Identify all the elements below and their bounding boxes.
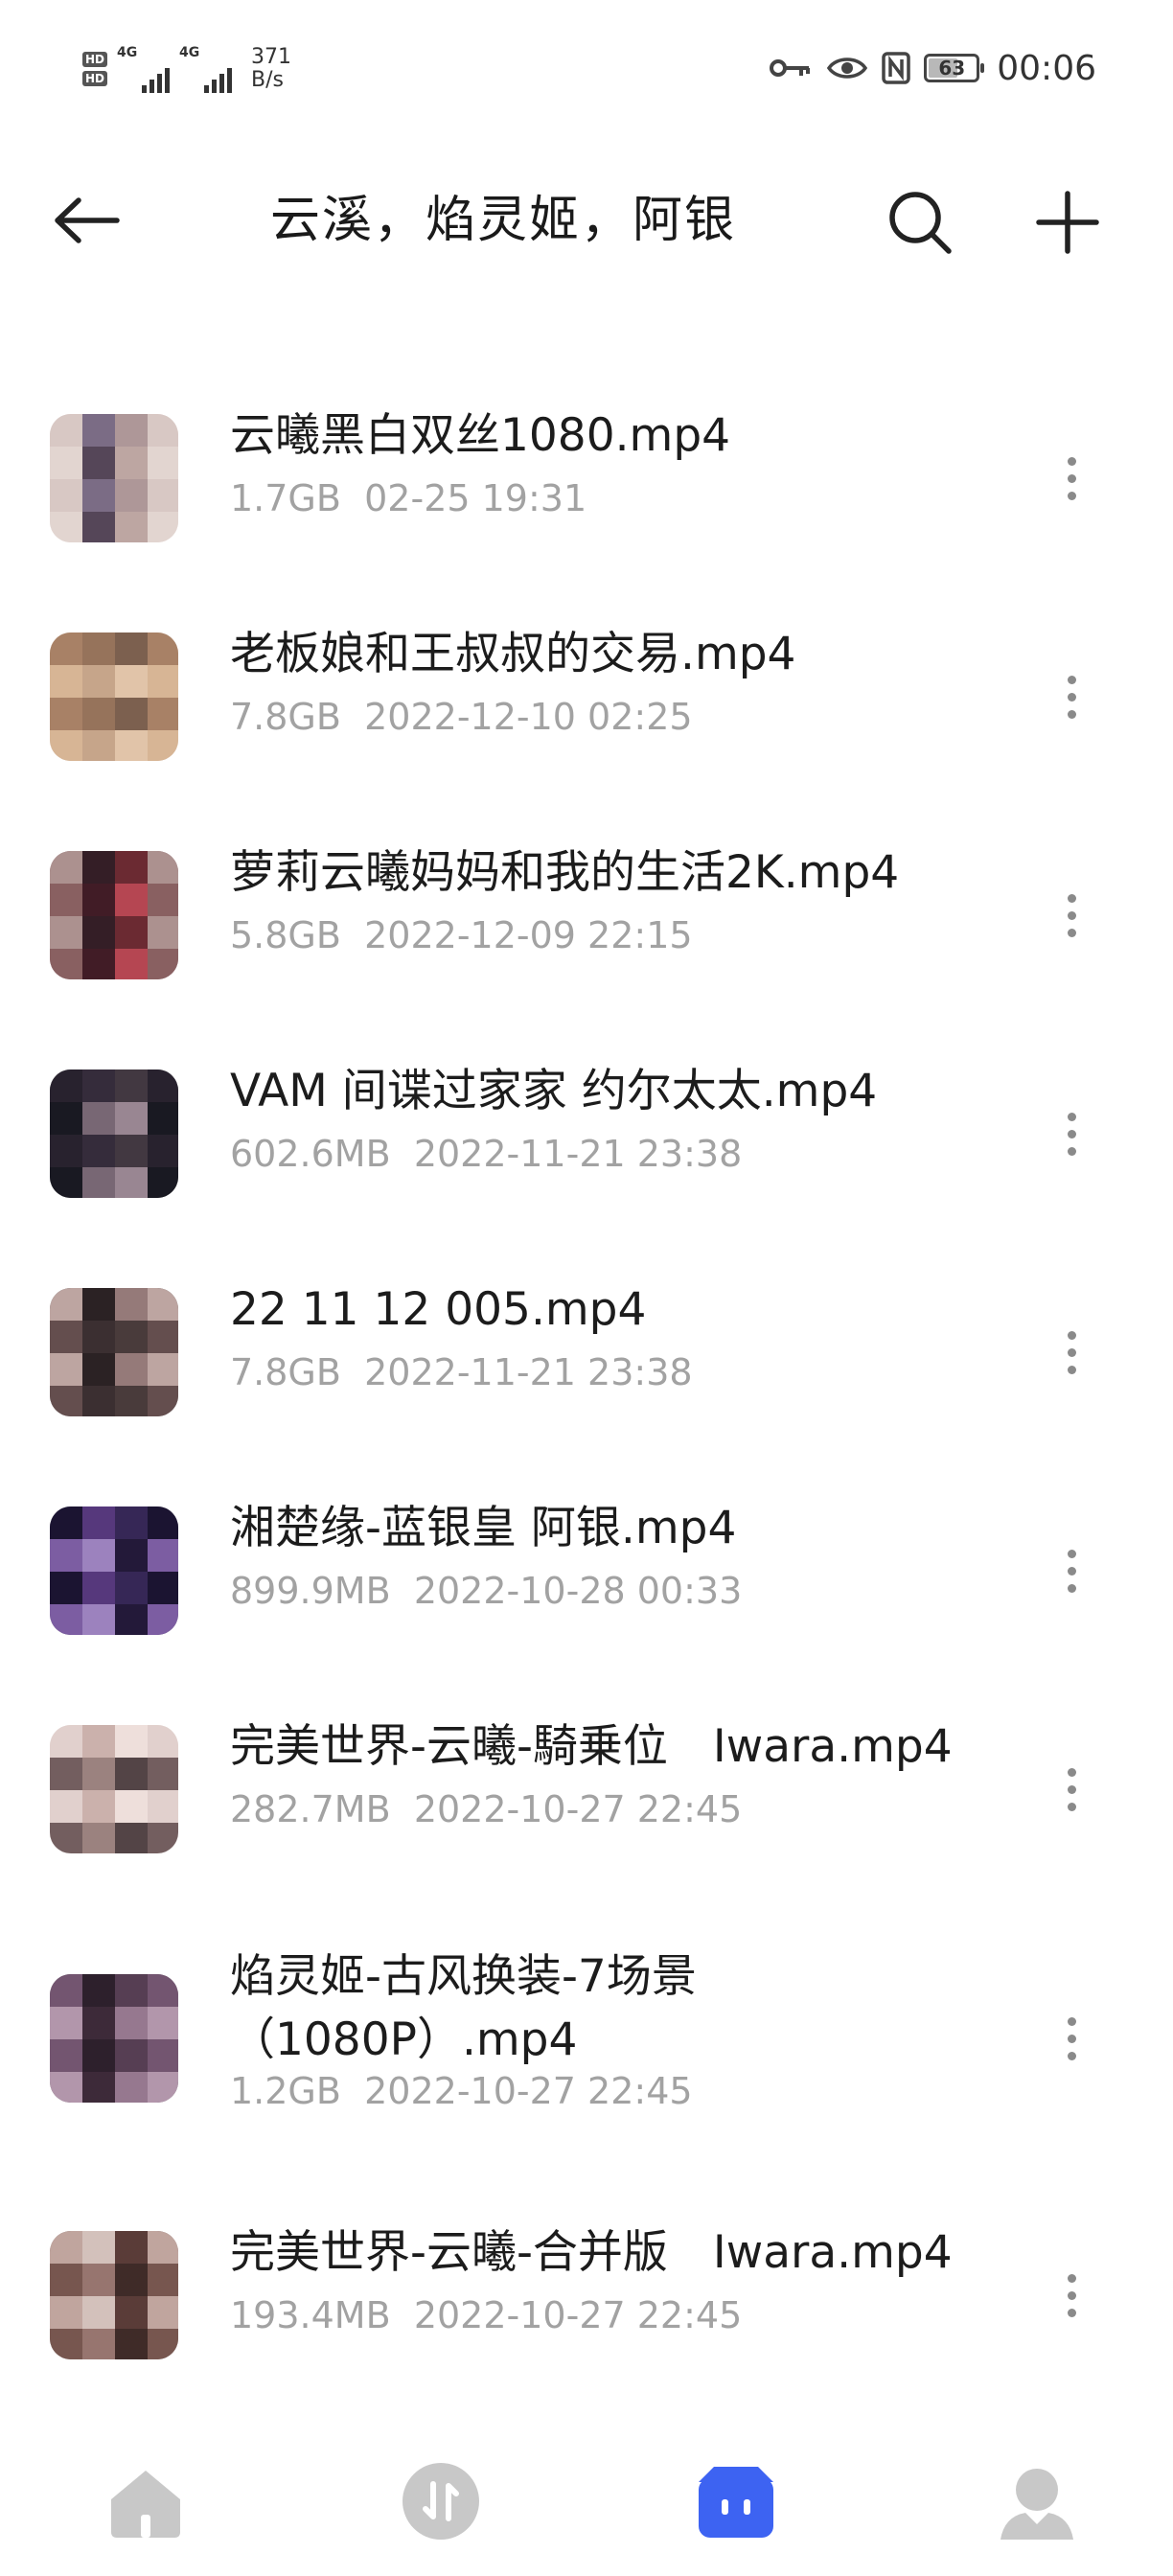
file-date: 2022-10-27 22:45 (364, 2070, 693, 2112)
page-title: 云溪，焰灵姬，阿银 (269, 192, 736, 249)
file-date: 02-25 19:31 (364, 477, 587, 519)
file-name: 完美世界-云曦-騎乗位 Iwara.mp4 (230, 1720, 953, 1773)
video-thumbnail (50, 414, 178, 542)
network-speed-unit: B/s (251, 68, 284, 92)
battery-level: 63 (938, 57, 966, 80)
file-size: 602.6MB (230, 1133, 391, 1175)
nav-item-transfer[interactable] (393, 2453, 489, 2549)
file-name: VAM 间谍过家家 约尔太太.mp4 (230, 1065, 878, 1117)
files-box-icon (699, 2467, 773, 2538)
more-options-button[interactable] (1050, 1100, 1092, 1167)
file-meta: 899.9MB 2022-10-28 00:33 (230, 1570, 742, 1612)
hd-label-2: HD (82, 71, 108, 86)
file-name: 焰灵姬-古风换装-7场景 （1080P）.mp4 (230, 1950, 697, 2066)
nav-item-profile[interactable] (989, 2453, 1085, 2549)
search-icon (889, 192, 952, 254)
file-date: 2022-12-09 22:15 (364, 914, 693, 956)
battery-icon: 63 (924, 54, 985, 82)
more-options-button[interactable] (1050, 2005, 1092, 2072)
more-vertical-icon (1067, 2016, 1076, 2060)
more-vertical-icon (1067, 1549, 1076, 1593)
add-button[interactable] (1029, 184, 1106, 261)
more-options-button[interactable] (1050, 1319, 1092, 1386)
more-options-button[interactable] (1050, 445, 1092, 512)
file-size: 193.4MB (230, 2294, 391, 2336)
vpn-key-icon (770, 59, 811, 77)
file-date: 2022-11-21 23:38 (413, 1133, 743, 1175)
status-left: HD HD 4G 4G 371 B/s (82, 42, 291, 96)
video-thumbnail (50, 2231, 178, 2359)
search-button[interactable] (882, 184, 958, 261)
status-right: 63 00:06 (769, 44, 1096, 92)
video-thumbnail (50, 1070, 178, 1198)
file-size: 7.8GB (230, 696, 341, 738)
file-size: 899.9MB (230, 1570, 391, 1612)
more-vertical-icon (1067, 456, 1076, 500)
file-size: 7.8GB (230, 1351, 341, 1393)
video-thumbnail (50, 632, 178, 761)
file-meta: 602.6MB 2022-11-21 23:38 (230, 1133, 742, 1175)
signal-label: 4G (117, 45, 138, 60)
status-bar: HD HD 4G 4G 371 B/s 63 00:06 (0, 0, 1173, 134)
home-icon (111, 2471, 180, 2538)
more-vertical-icon (1067, 893, 1076, 937)
file-date: 2022-10-27 22:45 (413, 1788, 743, 1830)
file-date: 2022-11-21 23:38 (364, 1351, 693, 1393)
video-thumbnail (50, 1725, 178, 1853)
arrow-left-icon (55, 197, 120, 243)
back-button[interactable] (48, 192, 125, 249)
signal-icon-1: 4G (117, 45, 171, 93)
more-options-button[interactable] (1050, 1756, 1092, 1823)
file-meta: 1.7GB 02-25 19:31 (230, 477, 586, 519)
more-vertical-icon (1067, 2273, 1076, 2317)
more-vertical-icon (1067, 675, 1076, 719)
file-name: 萝莉云曦妈妈和我的生活2K.mp4 (230, 846, 900, 899)
nfc-icon (882, 52, 910, 84)
more-options-button[interactable] (1050, 882, 1092, 949)
nav-item-home[interactable] (98, 2453, 194, 2549)
file-date: 2022-10-27 22:45 (413, 2294, 743, 2336)
file-size: 5.8GB (230, 914, 341, 956)
person-icon (1000, 2469, 1073, 2540)
network-speed: 371 B/s (251, 46, 291, 92)
file-name: 22 11 12 005.mp4 (230, 1283, 647, 1336)
video-thumbnail (50, 851, 178, 979)
plus-icon (1036, 191, 1099, 254)
file-meta: 7.8GB 2022-11-21 23:38 (230, 1351, 693, 1393)
more-vertical-icon (1067, 1767, 1076, 1811)
network-speed-value: 371 (251, 45, 292, 69)
file-name: 湘楚缘-蓝银皇 阿银.mp4 (230, 1502, 737, 1554)
header: 云溪，焰灵姬，阿银 (0, 163, 1173, 278)
clock: 00:06 (997, 48, 1096, 88)
file-size: 282.7MB (230, 1788, 391, 1830)
video-thumbnail (50, 1506, 178, 1635)
eye-comfort-icon (827, 58, 868, 79)
file-date: 2022-10-28 00:33 (413, 1570, 743, 1612)
more-vertical-icon (1067, 1330, 1076, 1374)
transfer-icon (402, 2463, 479, 2540)
file-name: 云曦黑白双丝1080.mp4 (230, 409, 731, 462)
file-size: 1.7GB (230, 477, 341, 519)
file-meta: 1.2GB 2022-10-27 22:45 (230, 2070, 693, 2112)
file-meta: 5.8GB 2022-12-09 22:15 (230, 914, 693, 956)
more-vertical-icon (1067, 1112, 1076, 1156)
more-options-button[interactable] (1050, 1537, 1092, 1604)
hd-label-1: HD (82, 52, 108, 67)
nav-item-files[interactable] (688, 2453, 784, 2549)
file-meta: 193.4MB 2022-10-27 22:45 (230, 2294, 742, 2336)
file-meta: 7.8GB 2022-12-10 02:25 (230, 696, 693, 738)
file-name: 完美世界-云曦-合并版 Iwara.mp4 (230, 2226, 953, 2279)
video-thumbnail (50, 1288, 178, 1416)
signal-icon-2: 4G (179, 45, 233, 93)
more-options-button[interactable] (1050, 663, 1092, 730)
more-options-button[interactable] (1050, 2262, 1092, 2329)
signal-label: 4G (179, 45, 200, 60)
bottom-nav (0, 2434, 1173, 2576)
file-meta: 282.7MB 2022-10-27 22:45 (230, 1788, 742, 1830)
file-date: 2022-12-10 02:25 (364, 696, 693, 738)
file-size: 1.2GB (230, 2070, 341, 2112)
hd-indicator: HD HD (82, 52, 108, 86)
file-name: 老板娘和王叔叔的交易.mp4 (230, 628, 796, 680)
video-thumbnail (50, 1974, 178, 2103)
